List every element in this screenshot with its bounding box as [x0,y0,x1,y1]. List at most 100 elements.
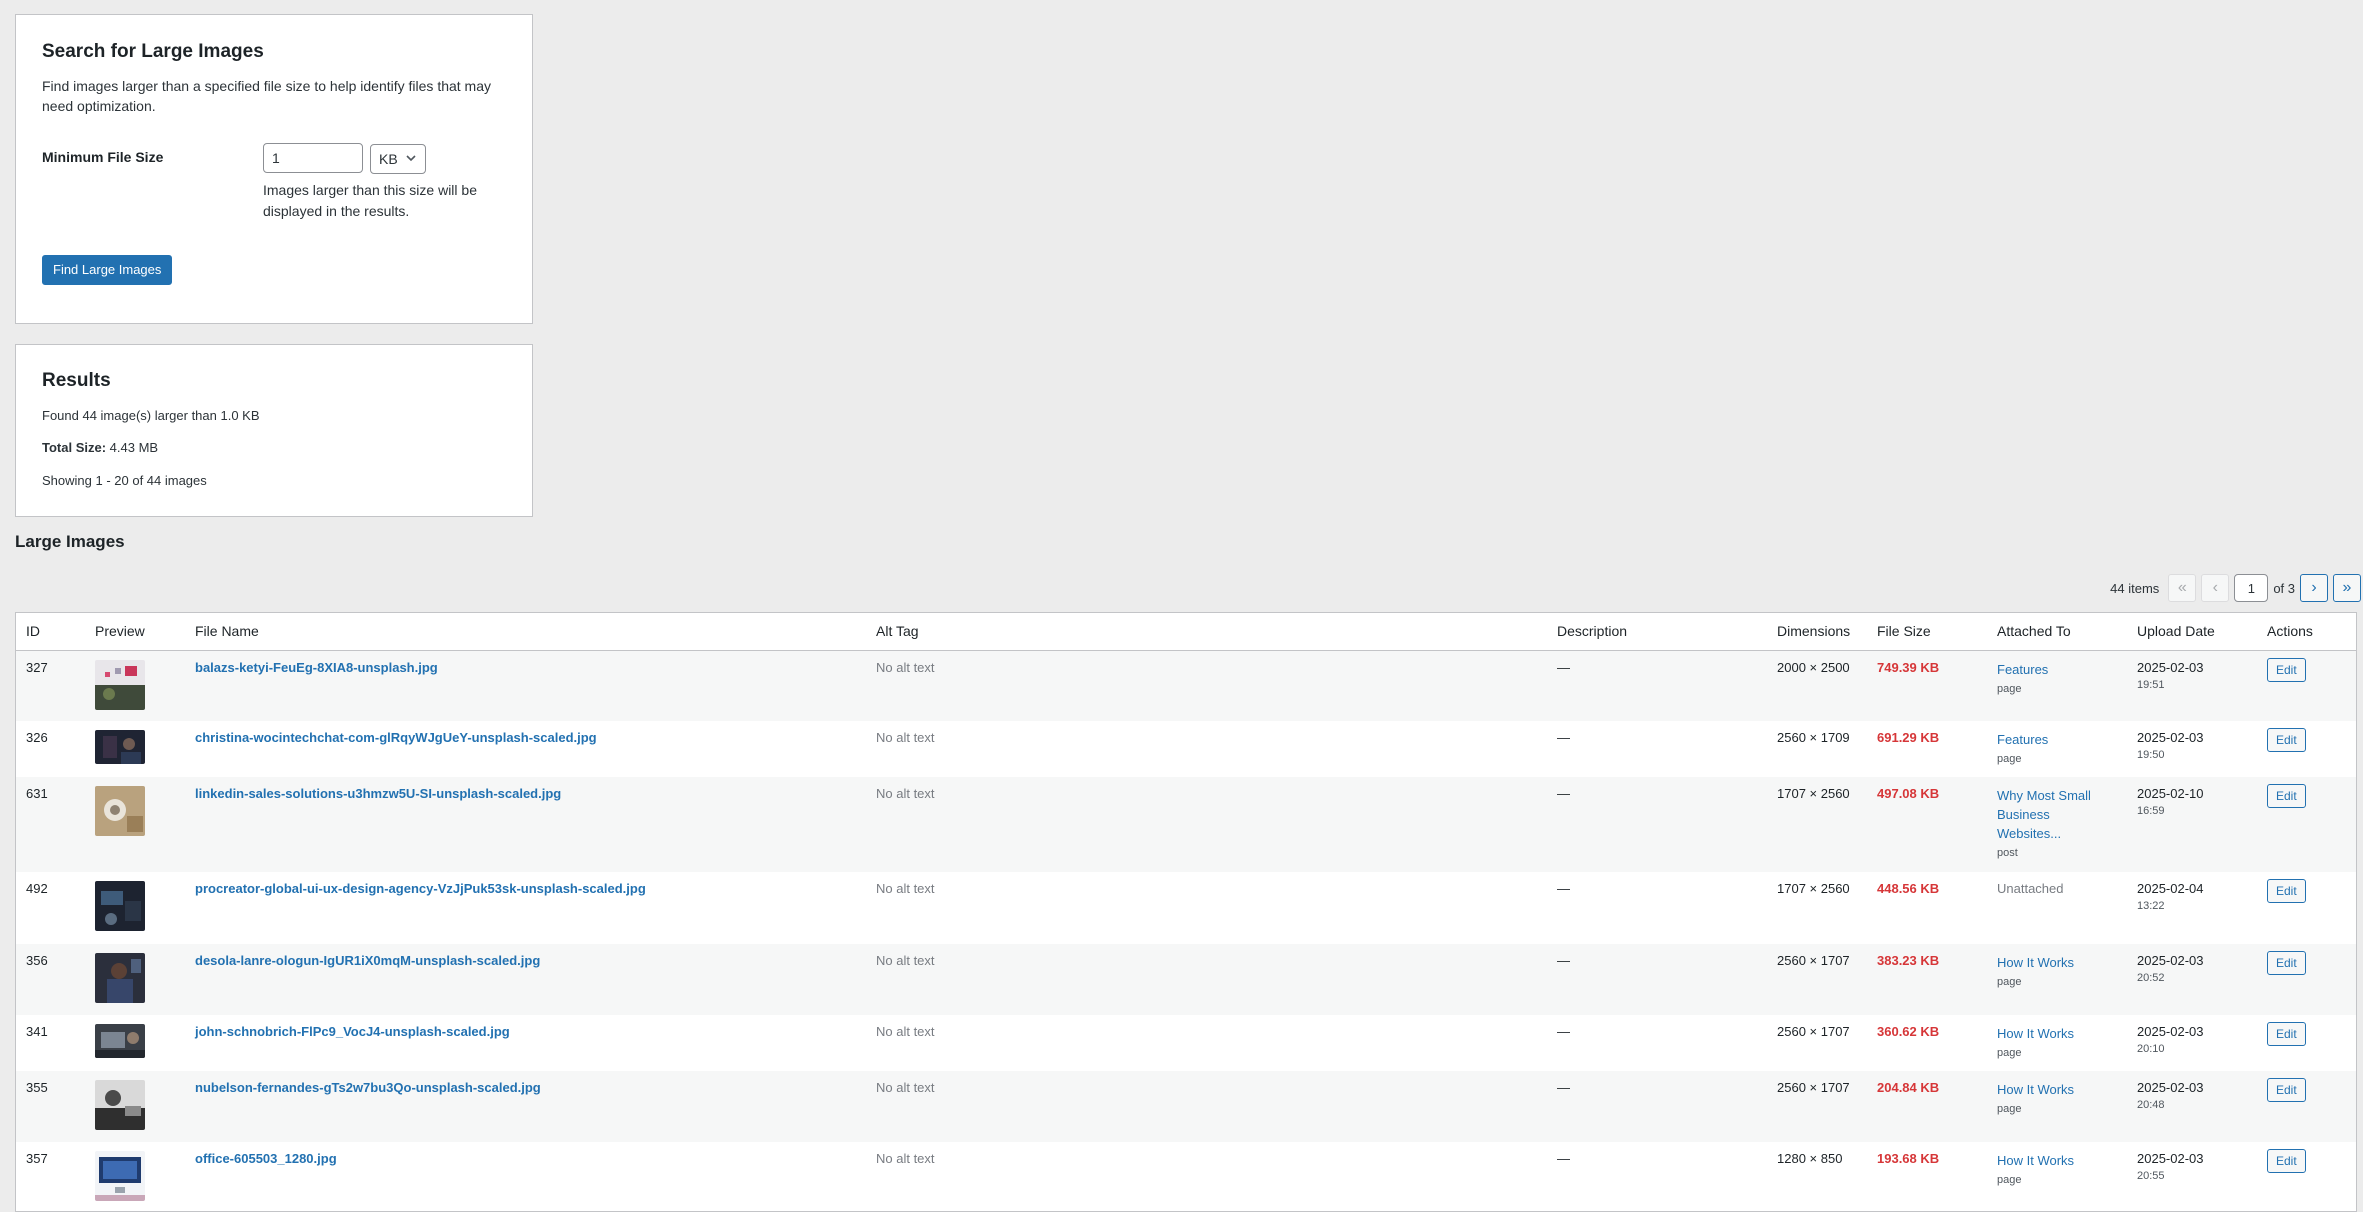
first-page-button[interactable]: « [2168,574,2197,602]
table-row: 341 john-schnobrich-FlPc9_VocJ4-unsplash… [16,1015,2356,1071]
file-size: 204.84 KB [1877,1080,1940,1095]
results-total-label: Total Size: [42,440,107,455]
attached-type: page [1997,1047,2022,1059]
file-name-link[interactable]: linkedin-sales-solutions-u3hmzw5U-SI-uns… [195,786,561,801]
attached-to-link[interactable]: Features [1997,660,2117,679]
table-row: 357 office-605503_1280.jpg No alt text —… [16,1142,2356,1211]
next-page-button[interactable]: › [2300,574,2328,602]
min-file-size-help: Images larger than this size will be dis… [263,182,477,219]
image-thumbnail[interactable] [95,1024,145,1058]
dimensions: 2560 × 1707 [1777,1024,1850,1039]
table-row: 326 christina-wocintechchat-com-glRqyWJg… [16,721,2356,777]
image-thumbnail[interactable] [95,1151,145,1201]
alt-tag: No alt text [876,1151,935,1166]
attached-type: page [1997,1174,2022,1186]
unit-select[interactable]: KB [370,144,426,174]
file-name-link[interactable]: christina-wocintechchat-com-glRqyWJgUeY-… [195,730,597,745]
edit-button[interactable]: Edit [2267,784,2306,808]
file-size: 448.56 KB [1877,881,1940,896]
upload-date: 2025-02-03 [2137,1024,2204,1039]
image-thumbnail[interactable] [95,953,145,1003]
search-title: Search for Large Images [42,41,264,62]
file-name-link[interactable]: office-605503_1280.jpg [195,1151,337,1166]
file-size: 691.29 KB [1877,730,1940,745]
col-file-name[interactable]: File Name [185,613,866,651]
attached-to-link[interactable]: Why Most Small Business Websites... [1997,786,2117,843]
description: — [1557,786,1570,801]
upload-time: 19:51 [2137,678,2165,691]
chevron-down-icon [405,152,417,167]
attached-to-link[interactable]: Features [1997,730,2117,749]
edit-button[interactable]: Edit [2267,1078,2306,1102]
description: — [1557,1080,1570,1095]
col-dimensions: Dimensions [1767,613,1867,651]
search-description: Find images larger than a specified file… [42,78,492,114]
results-card: Results Found 44 image(s) larger than 1.… [15,344,533,517]
table-header-row: ID Preview File Name Alt Tag Description… [16,613,2356,651]
last-page-button[interactable]: » [2333,574,2361,602]
attached-type: page [1997,976,2022,988]
table-row: 355 nubelson-fernandes-gTs2w7bu3Qo-unspl… [16,1071,2356,1142]
upload-date: 2025-02-03 [2137,1080,2204,1095]
edit-button[interactable]: Edit [2267,951,2306,975]
image-thumbnail[interactable] [95,659,145,710]
col-preview: Preview [85,613,185,651]
row-id: 355 [26,1080,48,1095]
dimensions: 1280 × 850 [1777,1151,1843,1166]
upload-date: 2025-02-03 [2137,953,2204,968]
attached-to-link[interactable]: How It Works [1997,1151,2117,1170]
table-row: 492 procreator-global-ui-ux-design-agenc… [16,872,2356,944]
attached-to-link[interactable]: How It Works [1997,1080,2117,1099]
table-row: 327 balazs-ketyi-FeuEg-8XIA8-unsplash.jp… [16,650,2356,721]
dimensions: 2560 × 1709 [1777,730,1850,745]
col-attached-to: Attached To [1987,613,2127,651]
edit-button[interactable]: Edit [2267,879,2306,903]
results-title: Results [42,370,111,391]
description: — [1557,953,1570,968]
row-id: 326 [26,730,48,745]
find-large-images-button[interactable]: Find Large Images [42,255,173,285]
col-id[interactable]: ID [16,613,85,651]
attached-to-link[interactable]: How It Works [1997,953,2117,972]
file-size: 497.08 KB [1877,786,1940,801]
attached-to-text: Unattached [1997,881,2064,896]
edit-button[interactable]: Edit [2267,728,2306,752]
col-actions: Actions [2257,613,2356,651]
results-found: Found 44 image(s) larger than 1.0 KB [42,408,260,423]
edit-button[interactable]: Edit [2267,657,2306,682]
col-file-size[interactable]: File Size [1867,613,1987,651]
dimensions: 1707 × 2560 [1777,881,1850,896]
edit-button[interactable]: Edit [2267,1149,2306,1173]
current-page-input[interactable]: 1 [2234,574,2269,602]
edit-button[interactable]: Edit [2267,1022,2306,1046]
min-file-size-label: Minimum File Size [42,149,164,165]
attached-to-link[interactable]: How It Works [1997,1024,2117,1043]
image-thumbnail[interactable] [95,730,145,764]
file-name-link[interactable]: desola-lanre-ologun-IgUR1iX0mqM-unsplash… [195,953,540,968]
upload-date: 2025-02-03 [2137,1151,2204,1166]
row-id: 356 [26,953,48,968]
alt-tag: No alt text [876,1080,935,1095]
alt-tag: No alt text [876,881,935,896]
col-upload-date[interactable]: Upload Date [2127,613,2257,651]
unit-select-value: KB [379,151,398,167]
description: — [1557,881,1570,896]
table-row: 356 desola-lanre-ologun-IgUR1iX0mqM-unsp… [16,944,2356,1015]
min-file-size-input[interactable] [263,143,363,173]
prev-page-button[interactable]: ‹ [2201,574,2230,602]
row-id: 327 [26,659,48,675]
image-thumbnail[interactable] [95,881,145,931]
upload-time: 19:50 [2137,749,2165,761]
attached-type: page [1997,682,2022,695]
upload-time: 20:48 [2137,1099,2165,1111]
image-thumbnail[interactable] [95,1080,145,1130]
alt-tag: No alt text [876,786,935,801]
upload-time: 13:22 [2137,900,2165,912]
file-name-link[interactable]: john-schnobrich-FlPc9_VocJ4-unsplash-sca… [195,1024,510,1039]
file-name-link[interactable]: procreator-global-ui-ux-design-agency-Vz… [195,881,646,896]
file-name-link[interactable]: balazs-ketyi-FeuEg-8XIA8-unsplash.jpg [195,660,438,675]
upload-time: 20:52 [2137,972,2165,984]
file-name-link[interactable]: nubelson-fernandes-gTs2w7bu3Qo-unsplash-… [195,1080,541,1095]
file-size: 360.62 KB [1877,1024,1940,1039]
image-thumbnail[interactable] [95,786,145,836]
